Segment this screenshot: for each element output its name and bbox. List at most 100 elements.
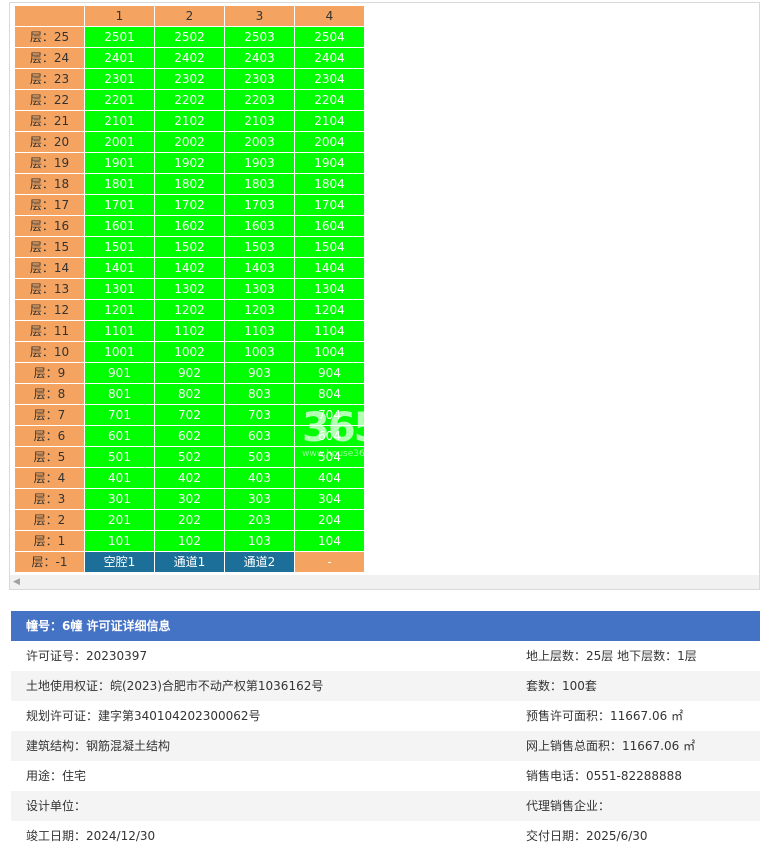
unit-cell[interactable]: 2101 [84,110,155,132]
unit-cell[interactable]: 504 [294,446,365,468]
unit-cell[interactable]: 1203 [224,299,295,321]
unit-cell[interactable]: 1102 [154,320,225,342]
unit-cell[interactable]: 802 [154,383,225,405]
unit-cell[interactable]: 2002 [154,131,225,153]
unit-cell[interactable]: 902 [154,362,225,384]
special-unit-cell[interactable]: 空腔1 [84,551,155,573]
special-unit-cell[interactable]: 通道2 [224,551,295,573]
unit-cell[interactable]: 801 [84,383,155,405]
unit-cell[interactable]: 2503 [224,26,295,48]
unit-cell[interactable]: 704 [294,404,365,426]
unit-cell[interactable]: 2403 [224,47,295,69]
unit-cell[interactable]: 1503 [224,236,295,258]
unit-cell[interactable]: 1101 [84,320,155,342]
unit-cell[interactable]: 204 [294,509,365,531]
unit-cell[interactable]: 203 [224,509,295,531]
unit-cell[interactable]: 604 [294,425,365,447]
unit-cell[interactable]: 1302 [154,278,225,300]
unit-cell[interactable]: 1704 [294,194,365,216]
unit-cell[interactable]: 703 [224,404,295,426]
unit-cell[interactable]: 1004 [294,341,365,363]
unit-cell[interactable]: 2202 [154,89,225,111]
unit-cell[interactable]: 1702 [154,194,225,216]
unit-cell[interactable]: 2103 [224,110,295,132]
unit-cell[interactable]: 1603 [224,215,295,237]
unit-cell[interactable]: 2001 [84,131,155,153]
unit-cell[interactable]: 1901 [84,152,155,174]
unit-cell[interactable]: 201 [84,509,155,531]
unit-cell[interactable]: 1003 [224,341,295,363]
unit-cell[interactable]: 1002 [154,341,225,363]
unit-cell[interactable]: 2502 [154,26,225,48]
unit-cell[interactable]: 402 [154,467,225,489]
empty-cell[interactable]: - [294,551,365,573]
unit-cell[interactable]: 1803 [224,173,295,195]
unit-cell[interactable]: 901 [84,362,155,384]
unit-cell[interactable]: 1804 [294,173,365,195]
unit-cell[interactable]: 101 [84,530,155,552]
unit-cell[interactable]: 1701 [84,194,155,216]
unit-cell[interactable]: 401 [84,467,155,489]
unit-cell[interactable]: 1604 [294,215,365,237]
unit-cell[interactable]: 503 [224,446,295,468]
unit-cell[interactable]: 2303 [224,68,295,90]
horizontal-scrollbar[interactable]: ◀ [10,575,759,589]
unit-cell[interactable]: 301 [84,488,155,510]
unit-cell[interactable]: 1202 [154,299,225,321]
special-unit-cell[interactable]: 通道1 [154,551,225,573]
unit-cell[interactable]: 1401 [84,257,155,279]
unit-cell[interactable]: 104 [294,530,365,552]
unit-cell[interactable]: 2501 [84,26,155,48]
unit-cell[interactable]: 1301 [84,278,155,300]
unit-cell[interactable]: 1403 [224,257,295,279]
unit-cell[interactable]: 1502 [154,236,225,258]
unit-cell[interactable]: 1703 [224,194,295,216]
unit-cell[interactable]: 1501 [84,236,155,258]
unit-cell[interactable]: 1602 [154,215,225,237]
scroll-left-arrow-icon[interactable]: ◀ [13,577,20,587]
unit-cell[interactable]: 1001 [84,341,155,363]
unit-cell[interactable]: 2402 [154,47,225,69]
unit-cell[interactable]: 2304 [294,68,365,90]
unit-cell[interactable]: 1903 [224,152,295,174]
unit-cell[interactable]: 601 [84,425,155,447]
unit-cell[interactable]: 2204 [294,89,365,111]
unit-cell[interactable]: 2104 [294,110,365,132]
unit-cell[interactable]: 303 [224,488,295,510]
unit-cell[interactable]: 2404 [294,47,365,69]
unit-cell[interactable]: 1204 [294,299,365,321]
unit-cell[interactable]: 904 [294,362,365,384]
unit-cell[interactable]: 603 [224,425,295,447]
unit-cell[interactable]: 2003 [224,131,295,153]
unit-cell[interactable]: 2201 [84,89,155,111]
unit-cell[interactable]: 1402 [154,257,225,279]
unit-cell[interactable]: 602 [154,425,225,447]
unit-cell[interactable]: 1802 [154,173,225,195]
unit-cell[interactable]: 2504 [294,26,365,48]
unit-cell[interactable]: 404 [294,467,365,489]
unit-cell[interactable]: 1504 [294,236,365,258]
unit-cell[interactable]: 403 [224,467,295,489]
unit-cell[interactable]: 803 [224,383,295,405]
unit-cell[interactable]: 2302 [154,68,225,90]
unit-cell[interactable]: 2401 [84,47,155,69]
unit-cell[interactable]: 102 [154,530,225,552]
unit-cell[interactable]: 1304 [294,278,365,300]
unit-cell[interactable]: 702 [154,404,225,426]
unit-cell[interactable]: 304 [294,488,365,510]
unit-cell[interactable]: 1601 [84,215,155,237]
unit-cell[interactable]: 302 [154,488,225,510]
unit-cell[interactable]: 1404 [294,257,365,279]
unit-cell[interactable]: 1103 [224,320,295,342]
unit-cell[interactable]: 1904 [294,152,365,174]
unit-cell[interactable]: 2102 [154,110,225,132]
unit-cell[interactable]: 502 [154,446,225,468]
unit-cell[interactable]: 1201 [84,299,155,321]
unit-cell[interactable]: 2004 [294,131,365,153]
unit-cell[interactable]: 701 [84,404,155,426]
unit-cell[interactable]: 1303 [224,278,295,300]
unit-cell[interactable]: 2301 [84,68,155,90]
unit-cell[interactable]: 1801 [84,173,155,195]
unit-cell[interactable]: 202 [154,509,225,531]
unit-cell[interactable]: 1104 [294,320,365,342]
